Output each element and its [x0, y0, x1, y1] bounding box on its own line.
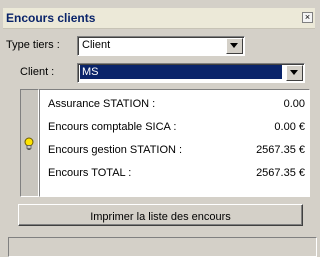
info-side-strip [20, 89, 39, 197]
info-row-value: 0.00 [283, 98, 305, 110]
type-tiers-label: Type tiers : [6, 39, 60, 51]
status-bar [8, 237, 317, 257]
print-encours-button[interactable]: Imprimer la liste des encours [18, 204, 303, 226]
client-value: MS [80, 65, 282, 79]
title-bar: Encours clients × [3, 8, 315, 29]
info-row-label: Encours TOTAL : [48, 167, 132, 179]
info-row-assurance: Assurance STATION : 0.00 [48, 98, 305, 114]
info-row-label: Encours comptable SICA : [48, 121, 177, 133]
info-row-encours-gestion: Encours gestion STATION : 2567.35 € [48, 144, 305, 160]
lightbulb-icon [24, 137, 34, 150]
encours-info-panel: Assurance STATION : 0.00 Encours comptab… [39, 89, 310, 197]
info-row-encours-total: Encours TOTAL : 2567.35 € [48, 167, 305, 183]
client-dropdown-button[interactable] [286, 65, 303, 81]
type-tiers-select[interactable]: Client [77, 36, 245, 56]
window-title: Encours clients [6, 11, 96, 25]
type-tiers-dropdown-button[interactable] [226, 38, 243, 54]
type-tiers-value: Client [82, 39, 111, 51]
close-button[interactable]: × [302, 12, 313, 23]
chevron-down-icon [290, 70, 298, 75]
client-label: Client : [20, 66, 55, 78]
info-row-value: 0.00 € [274, 121, 305, 133]
info-row-value: 2567.35 € [256, 167, 305, 179]
info-row-value: 2567.35 € [256, 144, 305, 156]
client-select[interactable]: MS [77, 63, 305, 83]
info-row-label: Assurance STATION : [48, 98, 156, 110]
chevron-down-icon [230, 43, 238, 48]
info-row-encours-comptable: Encours comptable SICA : 0.00 € [48, 121, 305, 137]
info-row-label: Encours gestion STATION : [48, 144, 183, 156]
